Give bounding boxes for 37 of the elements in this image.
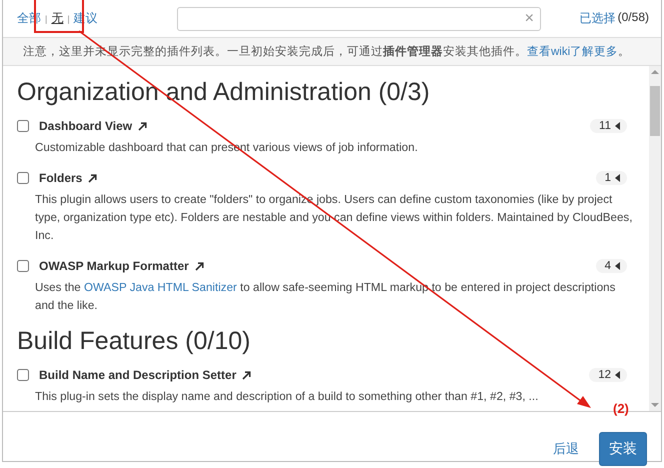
dependency-count[interactable]: 11 <box>590 119 627 133</box>
dependency-count[interactable]: 4 <box>596 259 627 273</box>
scrollbar[interactable] <box>649 66 661 411</box>
plugin-checkbox[interactable] <box>17 369 29 381</box>
dependency-count[interactable]: 12 <box>589 368 627 382</box>
back-link[interactable]: 后退 <box>553 440 579 458</box>
plugin-checkbox[interactable] <box>17 120 29 132</box>
plugin-checkbox[interactable] <box>17 260 29 272</box>
caret-icon <box>615 371 620 379</box>
caret-icon <box>615 262 620 270</box>
caret-icon <box>615 174 620 182</box>
caret-icon <box>615 122 620 130</box>
link-separator: | <box>45 14 48 24</box>
selected-count: (0/58) <box>618 10 649 26</box>
external-link-icon[interactable] <box>194 262 204 270</box>
plugin-name: Folders <box>39 171 82 185</box>
link-separator: | <box>67 14 70 24</box>
plugin-description: Uses the OWASP Java HTML Sanitizer to allow safe-seeming HTML markup to be entered in project descriptions and the like. <box>35 280 616 314</box>
external-link-icon[interactable] <box>242 370 252 380</box>
filter-link[interactable]: 无 <box>51 10 64 27</box>
clear-icon[interactable]: × <box>524 10 534 26</box>
external-link-icon[interactable] <box>138 122 148 130</box>
plugin-name: Dashboard View <box>39 119 132 133</box>
sanitizer-link[interactable]: OWASP Java HTML Sanitizer <box>84 281 237 294</box>
dependency-count[interactable]: 1 <box>596 171 627 185</box>
plugin-name: Build Name and Description Setter <box>39 368 236 382</box>
category-heading: Organization and Administration (0/3) <box>17 78 431 107</box>
install-button[interactable]: 安装 <box>599 432 647 466</box>
category-heading: Build Features (0/10) <box>17 327 252 356</box>
selected-link[interactable]: 已选择 <box>580 10 616 27</box>
wiki-link[interactable]: 查看wiki了解更多 <box>527 46 618 58</box>
annotation-label: (2) <box>613 401 629 416</box>
plugin-checkbox[interactable] <box>17 172 29 184</box>
plugin-name: OWASP Markup Formatter <box>39 259 189 273</box>
search-field[interactable]: × <box>177 6 541 30</box>
plugin-description: This plug-in sets the display name and description of a build to something other than #1, #2, #3, ... <box>35 389 540 405</box>
external-link-icon[interactable] <box>88 174 98 182</box>
